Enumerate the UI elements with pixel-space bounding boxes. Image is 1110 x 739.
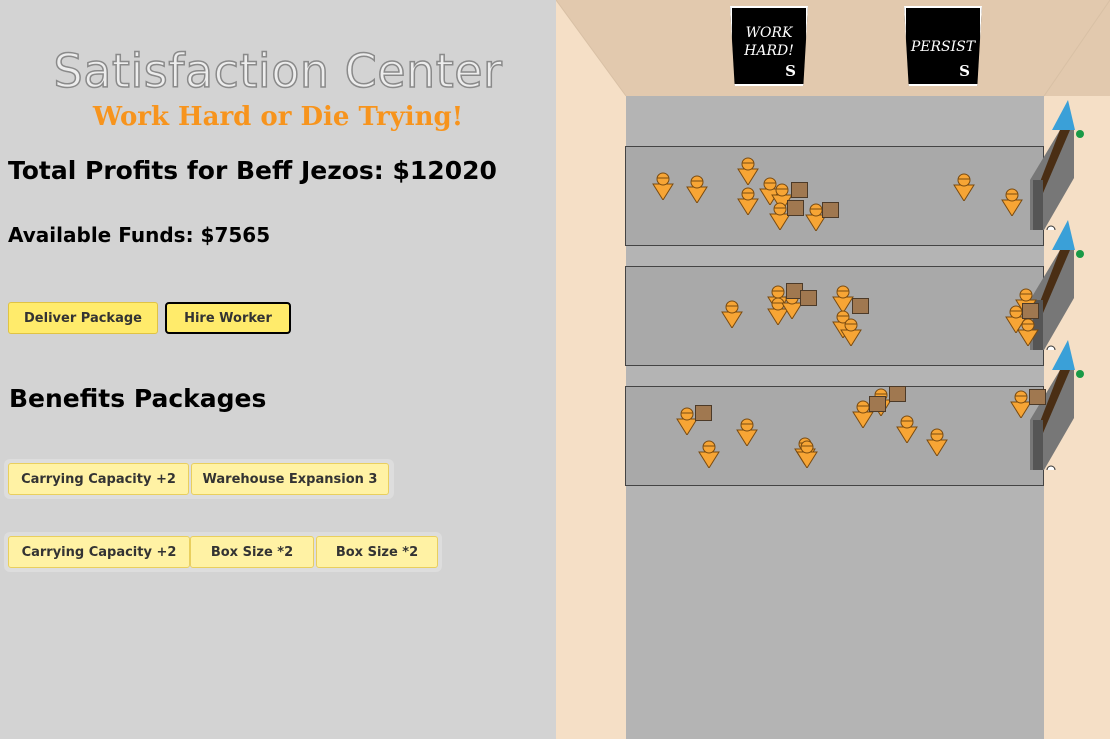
worker-3: [737, 157, 759, 185]
delivery-truck-3[interactable]: [1030, 340, 1090, 470]
warehouse-expansion-button[interactable]: Warehouse Expansion 3: [191, 463, 389, 495]
benefits-row-1: Carrying Capacity +2 Warehouse Expansion…: [4, 459, 394, 499]
benefits-row-2: Carrying Capacity +2 Box Size *2 Box Siz…: [4, 532, 442, 572]
carrying-capacity-button[interactable]: Carrying Capacity +2: [8, 463, 189, 495]
package-box-5: [800, 290, 817, 306]
control-panel: Satisfaction Center Work Hard or Die Try…: [0, 0, 556, 739]
package-box-7: [1022, 303, 1039, 319]
delivery-truck-1[interactable]: [1030, 100, 1090, 230]
wall-perspective: [556, 0, 1110, 739]
worker-23: [736, 418, 758, 446]
worker-2: [686, 175, 708, 203]
game-title: Satisfaction Center: [53, 43, 503, 99]
sign-line-1: WORK: [745, 25, 793, 41]
worker-1: [652, 172, 674, 200]
warehouse-view: WORK HARD! S PERSIST S: [556, 0, 1110, 739]
worker-28: [896, 415, 918, 443]
package-box-2: [787, 200, 804, 216]
worker-25: [796, 440, 818, 468]
worker-29: [926, 428, 948, 456]
package-box-6: [852, 298, 869, 314]
package-box-10: [889, 386, 906, 402]
benefits-title: Benefits Packages: [9, 384, 267, 413]
deliver-package-button[interactable]: Deliver Package: [8, 302, 158, 334]
carrying-capacity-button-2[interactable]: Carrying Capacity +2: [8, 536, 190, 568]
available-funds: Available Funds: $7565: [8, 223, 271, 247]
worker-17: [840, 318, 862, 346]
delivery-truck-2[interactable]: [1030, 220, 1090, 350]
conveyor-lane-3: [625, 386, 1044, 486]
sign-line-persist: PERSIST: [910, 39, 976, 55]
worker-10: [1001, 188, 1023, 216]
worker-9: [953, 173, 975, 201]
box-size-button[interactable]: Box Size *2: [190, 536, 314, 568]
game-subtitle: Work Hard or Die Trying!: [92, 102, 464, 132]
package-box-8: [695, 405, 712, 421]
total-profits: Total Profits for Beff Jezos: $12020: [8, 156, 497, 185]
package-box-1: [791, 182, 808, 198]
package-box-9: [869, 396, 886, 412]
sign-logo-2: S: [959, 62, 970, 80]
worker-11: [721, 300, 743, 328]
worker-20: [1017, 318, 1039, 346]
package-box-11: [1029, 389, 1046, 405]
persist-sign: PERSIST S: [904, 6, 982, 86]
box-size-button-2[interactable]: Box Size *2: [316, 536, 438, 568]
worker-22: [698, 440, 720, 468]
hire-worker-button[interactable]: Hire Worker: [165, 302, 291, 334]
package-box-3: [822, 202, 839, 218]
worker-4: [737, 187, 759, 215]
sign-logo: S: [785, 62, 796, 80]
worker-15: [832, 285, 854, 313]
sign-line-2: HARD!: [744, 43, 794, 59]
work-hard-sign: WORK HARD! S: [730, 6, 808, 86]
